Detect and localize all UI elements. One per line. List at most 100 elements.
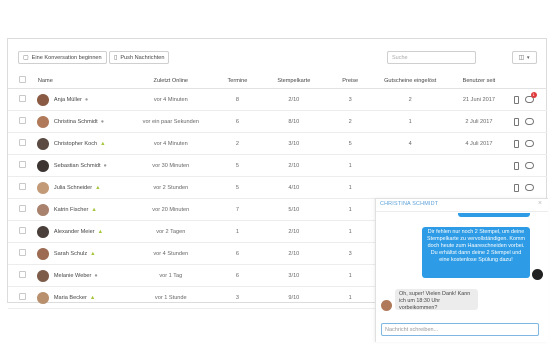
chat-title: CHRISTINA SCHMIDT — [380, 201, 439, 207]
customer-name-cell[interactable]: Melanie Weber ● — [36, 264, 131, 287]
push-messages-button[interactable]: ▯ Push Nachrichten — [109, 51, 170, 64]
apple-icon: ● — [103, 162, 107, 169]
phone-icon[interactable] — [513, 161, 519, 170]
avatar — [36, 115, 49, 128]
phone-icon[interactable] — [513, 95, 519, 104]
chat-bubble-icon[interactable]: 1 — [524, 92, 537, 103]
chat-bubble-icon[interactable] — [524, 184, 534, 191]
header-user-since[interactable]: Benutzer seit — [444, 73, 514, 89]
header-prizes[interactable]: Preise — [324, 73, 377, 89]
customer-name-cell[interactable]: Sarah Schulz ▲ — [36, 242, 131, 265]
prizes-cell: 1 — [324, 154, 377, 177]
table-row[interactable]: Julia Schneider ▲ vor 2 Stunden 5 4/10 1 — [8, 176, 547, 199]
stamp-card-cell: 2/10 — [263, 242, 325, 265]
last-online-cell: vor 4 Minuten — [130, 132, 212, 155]
customer-name: Alexander Meier — [53, 228, 95, 235]
android-icon: ▲ — [97, 228, 104, 235]
row-checkbox[interactable] — [8, 220, 37, 243]
chat-divider — [376, 211, 548, 212]
close-icon[interactable]: × — [538, 200, 542, 207]
row-actions — [513, 154, 547, 177]
header-name[interactable]: Name — [36, 73, 131, 89]
phone-icon: ▯ — [114, 55, 118, 61]
last-online-cell: vor 2 Stunden — [130, 176, 212, 199]
table-row[interactable]: Christopher Koch ▲ vor 4 Minuten 2 3/10 5 4 4 J… — [8, 132, 547, 155]
customer-name-cell[interactable]: Maria Becker ▲ — [36, 286, 131, 309]
last-online-cell: vor 30 Minuten — [130, 154, 212, 177]
customer-name: Julia Schneider — [53, 184, 93, 191]
customer-name-cell[interactable]: Alexander Meier ▲ — [36, 220, 131, 243]
customer-name: Christopher Koch — [53, 140, 98, 147]
avatar — [36, 203, 49, 216]
last-online-cell: vor 1 Stunde — [130, 286, 212, 309]
new-conversation-button[interactable]: ▢ Eine Konversation beginnen — [18, 51, 107, 64]
row-checkbox[interactable] — [8, 242, 37, 265]
header-appointments[interactable]: Termine — [211, 73, 264, 89]
push-messages-label: Push Nachrichten — [120, 54, 165, 61]
header-stamp-card[interactable]: Stempelkarte — [263, 73, 325, 89]
header-vouchers[interactable]: Gutscheine eingelöst — [376, 73, 445, 89]
row-checkbox[interactable] — [8, 88, 37, 111]
appointments-cell: 6 — [211, 242, 264, 265]
customer-name-cell[interactable]: Christopher Koch ▲ — [36, 132, 131, 155]
apple-icon: ● — [100, 118, 105, 125]
columns-menu-button[interactable]: ◫ ▼ — [512, 51, 537, 64]
phone-icon[interactable] — [513, 117, 519, 126]
row-checkbox[interactable] — [8, 132, 37, 155]
chat-window: CHRISTINA SCHMIDT × Dir fehlen nur noch … — [375, 198, 548, 342]
chat-bubble-icon[interactable] — [524, 162, 534, 169]
avatar — [36, 181, 49, 194]
table-header-row: Name Zuletzt Online Termine Stempelkarte… — [8, 73, 547, 89]
last-online-cell: vor 4 Minuten — [130, 88, 212, 111]
previous-message-bubble — [458, 213, 530, 217]
phone-icon[interactable] — [513, 183, 519, 192]
prizes-cell: 3 — [324, 242, 377, 265]
android-icon: ▲ — [89, 294, 96, 301]
stamp-card-cell: 8/10 — [263, 110, 325, 133]
unread-badge: 1 — [530, 92, 537, 98]
select-all-checkbox[interactable] — [8, 73, 37, 89]
header-last-online[interactable]: Zuletzt Online — [130, 73, 212, 89]
appointments-cell: 1 — [211, 220, 264, 243]
columns-icon: ◫ — [518, 55, 525, 61]
prizes-cell: 2 — [324, 110, 377, 133]
new-conversation-label: Eine Konversation beginnen — [31, 54, 102, 61]
last-online-cell: vor ein paar Sekunden — [130, 110, 212, 133]
avatar — [36, 137, 49, 150]
customer-name-cell[interactable]: Christina Schmidt ● — [36, 110, 131, 133]
row-checkbox[interactable] — [8, 110, 37, 133]
header-actions — [513, 73, 547, 89]
customer-name-cell[interactable]: Sebastian Schmidt ● — [36, 154, 131, 177]
row-actions — [513, 176, 547, 199]
row-checkbox[interactable] — [8, 176, 37, 199]
appointments-cell: 5 — [211, 176, 264, 199]
search-input[interactable]: Suche — [387, 51, 476, 64]
table-row[interactable]: Anja Müller ● vor 4 Minuten 8 2/10 3 2 21 Juni … — [8, 88, 547, 111]
row-checkbox[interactable] — [8, 154, 37, 177]
customer-name: Anja Müller — [53, 96, 82, 103]
row-checkbox[interactable] — [8, 286, 37, 309]
appointments-cell: 7 — [211, 198, 264, 221]
table-row[interactable]: Sebastian Schmidt ● vor 30 Minuten 5 2/10 1 — [8, 154, 547, 177]
message-input[interactable]: Nachricht schreiben... — [381, 323, 539, 336]
customer-name-cell[interactable]: Katrin Fischer ▲ — [36, 198, 131, 221]
vouchers-cell: 4 — [376, 132, 445, 155]
incoming-message: Oh, super! Vielen Dank! Kann ich um 18:3… — [395, 289, 478, 311]
table-row[interactable]: Christina Schmidt ● vor ein paar Sekunden 6… — [8, 110, 547, 133]
phone-icon[interactable] — [513, 139, 519, 148]
last-online-cell: vor 20 Minuten — [130, 198, 212, 221]
row-checkbox[interactable] — [8, 264, 37, 287]
customer-name-cell[interactable]: Julia Schneider ▲ — [36, 176, 131, 199]
apple-icon: ● — [94, 272, 98, 279]
row-actions — [513, 132, 547, 155]
chat-bubble-icon[interactable] — [524, 140, 534, 147]
prizes-cell: 1 — [324, 198, 377, 221]
row-checkbox[interactable] — [8, 198, 37, 221]
avatar — [36, 247, 49, 260]
android-icon: ▲ — [95, 184, 101, 191]
customer-name-cell[interactable]: Anja Müller ● — [36, 88, 131, 111]
last-online-cell: vor 4 Stunden — [130, 242, 212, 265]
vouchers-cell — [376, 176, 445, 199]
chat-bubble-icon[interactable] — [524, 118, 534, 125]
outgoing-message: Dir fehlen nur noch 2 Stempel, um deine … — [422, 227, 530, 278]
